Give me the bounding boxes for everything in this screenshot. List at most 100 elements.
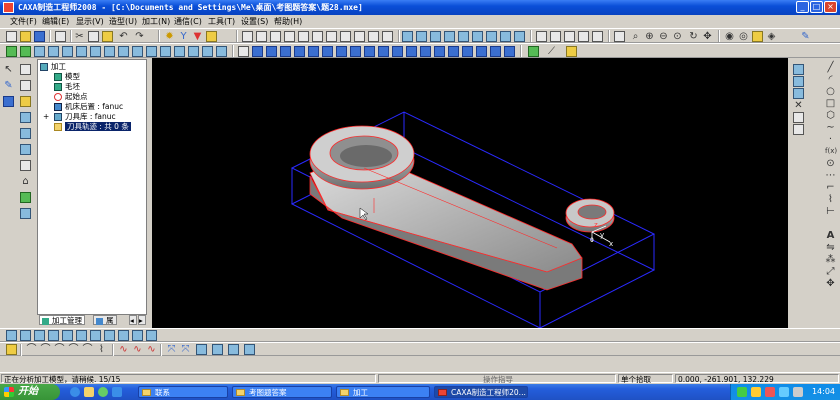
hidden-line-icon[interactable]: ◈ [766, 31, 777, 42]
transform-tool-icon-6[interactable] [244, 344, 255, 355]
copy-icon[interactable] [88, 31, 99, 42]
menu-machining[interactable]: 加工(N) [142, 16, 170, 27]
volume-icon[interactable] [793, 387, 803, 397]
toolbar-icon-b14[interactable] [592, 31, 603, 42]
task-button-4[interactable]: CAXA制造工程师20... [434, 386, 528, 398]
feature-icon-38[interactable]: ⟋ [546, 46, 557, 57]
desktop-icon[interactable] [112, 387, 122, 397]
3d-viewport[interactable]: y z x 0 [152, 58, 788, 329]
ie-icon[interactable] [70, 387, 80, 397]
paste-icon[interactable] [102, 31, 113, 42]
left-tool-icon-11[interactable] [20, 208, 31, 219]
feature-icon-25[interactable] [350, 46, 361, 57]
feature-icon-6[interactable] [76, 46, 87, 57]
feature-icon-32[interactable] [448, 46, 459, 57]
trim-tool-icon[interactable]: ⌇ [825, 194, 836, 205]
feature-icon-28[interactable] [392, 46, 403, 57]
spline-tool-icon[interactable]: ∼ [825, 122, 836, 133]
pick-mode[interactable]: 单个拾取 [618, 374, 673, 384]
feature-icon-21[interactable] [294, 46, 305, 57]
app-icon[interactable] [3, 2, 14, 13]
surface-tool-icon-6[interactable] [76, 330, 87, 341]
menu-file[interactable]: 文件(F) [10, 16, 37, 27]
tree-item-blank[interactable]: 毛坯 [54, 82, 80, 92]
left-tool-icon-7[interactable] [20, 144, 31, 155]
toolbar-icon-a5[interactable] [298, 31, 309, 42]
transform-tool-icon-2[interactable]: ⤧ [180, 344, 191, 355]
right-tool-icon-4[interactable]: ✕ [793, 100, 804, 111]
left-tool-icon-1[interactable] [20, 64, 31, 75]
toolbar-icon-b3[interactable] [430, 31, 441, 42]
start-button[interactable]: 开始 [0, 384, 60, 400]
menu-tools[interactable]: 工具(T) [208, 16, 235, 27]
sketch-pen-icon[interactable]: ✎ [3, 80, 14, 91]
toolbar-icon-b9[interactable] [514, 31, 525, 42]
feature-icon-23[interactable] [322, 46, 333, 57]
task-button-3[interactable]: 加工 [336, 386, 430, 398]
surface-tool-icon-9[interactable] [118, 330, 129, 341]
select-arrow-icon[interactable]: ↖ [3, 64, 14, 75]
save-icon[interactable] [34, 31, 45, 42]
surface-tool-icon-1[interactable] [6, 330, 17, 341]
line-tool-icon[interactable]: ╱ [825, 62, 836, 73]
feature-icon-2[interactable] [20, 46, 31, 57]
surface-tool-icon-4[interactable] [48, 330, 59, 341]
tree-item-machine-post[interactable]: 机床后置 : fanuc [54, 102, 123, 112]
zoom-out-icon[interactable]: ⊖ [658, 31, 669, 42]
toolbar-icon-a11[interactable] [382, 31, 393, 42]
zoom-in-icon[interactable]: ⊕ [644, 31, 655, 42]
menu-edit[interactable]: 编辑(E) [42, 16, 69, 27]
menu-communication[interactable]: 通信(C) [174, 16, 202, 27]
left-tool-icon-10[interactable] [20, 192, 31, 203]
menu-modeling[interactable]: 造型(U) [109, 16, 137, 27]
curve-tool-icon-6[interactable]: ⌇ [96, 344, 107, 355]
print-icon[interactable] [55, 31, 66, 42]
feature-icon-14[interactable] [188, 46, 199, 57]
toolbar-icon-b6[interactable] [472, 31, 483, 42]
feature-icon-3[interactable] [34, 46, 45, 57]
close-button[interactable]: × [824, 1, 837, 13]
toolbar-icon-a7[interactable] [326, 31, 337, 42]
pen-icon[interactable]: ✎ [800, 31, 811, 42]
text-tool-icon[interactable]: A [825, 230, 836, 241]
tree-item-start-point[interactable]: 起始点 [54, 92, 88, 102]
feature-icon-17[interactable] [238, 46, 249, 57]
tray-icon-3[interactable] [765, 387, 775, 397]
right-tool-icon-2[interactable] [793, 76, 804, 87]
left-tool-icon-5[interactable] [20, 112, 31, 123]
explorer-icon[interactable] [84, 387, 94, 397]
toolbar-icon-b2[interactable] [416, 31, 427, 42]
surface-tool-icon-3[interactable] [34, 330, 45, 341]
curve-tool-icon-8[interactable]: ∿ [132, 344, 143, 355]
left-tool-icon-6[interactable] [20, 128, 31, 139]
surface-tool-icon-8[interactable] [104, 330, 115, 341]
toolbar-icon-b13[interactable] [578, 31, 589, 42]
tray-icon-2[interactable] [751, 387, 761, 397]
rotate-icon[interactable]: ↻ [688, 31, 699, 42]
toolbar-icon-a1[interactable] [242, 31, 253, 42]
toolbar-icon-b5[interactable] [458, 31, 469, 42]
right-tool-icon-1[interactable] [793, 64, 804, 75]
feature-icon-29[interactable] [406, 46, 417, 57]
point-tool-icon[interactable]: · [825, 134, 836, 145]
transform-tool-icon-5[interactable] [228, 344, 239, 355]
feature-icon-35[interactable] [490, 46, 501, 57]
feature-icon-18[interactable] [252, 46, 263, 57]
feature-icon-34[interactable] [476, 46, 487, 57]
tab-properties[interactable]: 属 [93, 315, 117, 325]
filter-icon[interactable]: Y [178, 31, 189, 42]
toolbar-icon-b10[interactable] [536, 31, 547, 42]
feature-icon-15[interactable] [202, 46, 213, 57]
circle-tool-icon[interactable]: ○ [825, 86, 836, 97]
toolbar-icon-a6[interactable] [312, 31, 323, 42]
open-folder-icon[interactable] [20, 31, 31, 42]
minimize-button[interactable]: _ [796, 1, 809, 13]
tab-machining-manager[interactable]: 加工管理 [39, 315, 85, 325]
fillet-tool-icon[interactable]: ⌐ [825, 182, 836, 193]
menu-view[interactable]: 显示(V) [76, 16, 104, 27]
curve-tool-icon-7[interactable]: ∿ [118, 344, 129, 355]
ellipse-tool-icon[interactable]: ⊙ [825, 158, 836, 169]
feature-icon-31[interactable] [434, 46, 445, 57]
tray-icon-4[interactable] [779, 387, 789, 397]
tree-item-model[interactable]: 模型 [54, 72, 80, 82]
